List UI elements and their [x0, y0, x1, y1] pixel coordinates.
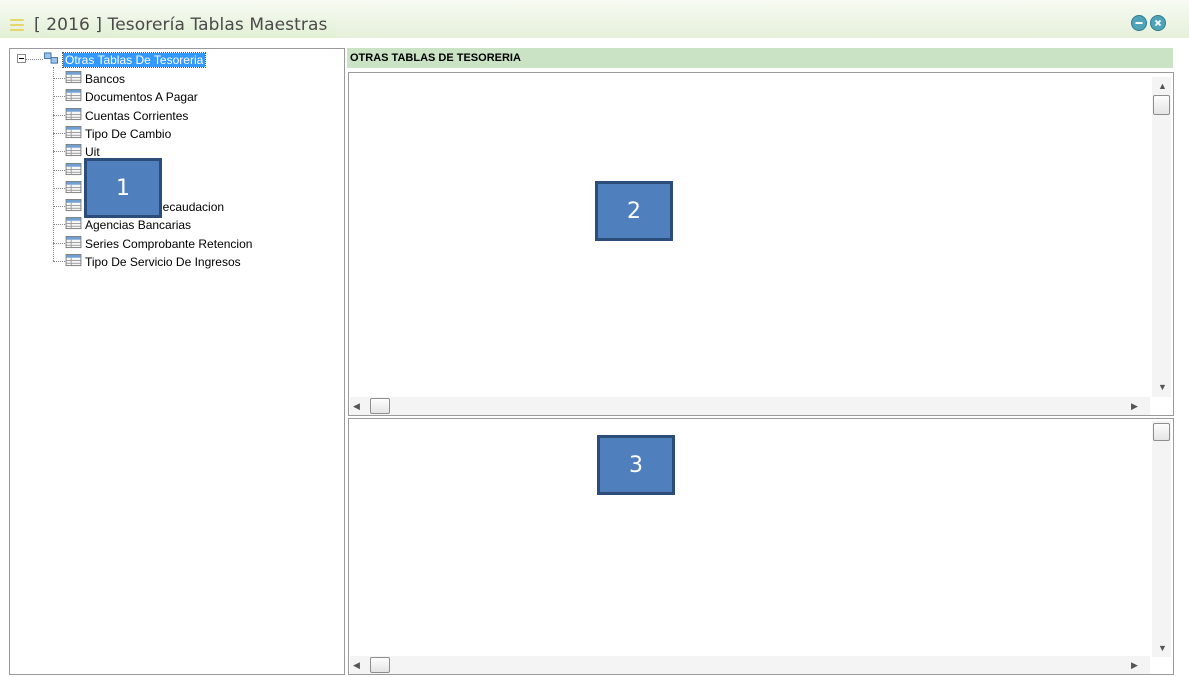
bottom-vertical-scrollbar[interactable]: ▼: [1152, 421, 1171, 657]
table-icon: [65, 180, 82, 193]
close-icon[interactable]: [1150, 15, 1166, 31]
scroll-thumb[interactable]: [370, 657, 390, 673]
table-icon: [65, 144, 82, 157]
tree-item-label: Recaudacion: [154, 200, 225, 215]
collapse-toggle[interactable]: [17, 54, 26, 63]
table-icon: [65, 89, 82, 102]
bottom-grid-pane[interactable]: ▼ ◀ ▶: [348, 418, 1174, 675]
tree-item-label: Bancos: [85, 72, 126, 86]
tree-panel: Otras Tablas De Tesoreria Bancos Document…: [9, 48, 345, 675]
top-horizontal-scrollbar[interactable]: ◀ ▶: [350, 397, 1150, 415]
table-icon: [65, 162, 82, 175]
window-title: [ 2016 ] Tesorería Tablas Maestras: [34, 15, 328, 35]
scroll-right-icon[interactable]: ▶: [1131, 660, 1138, 670]
tree-item-label: Agencias Bancarias: [85, 218, 192, 233]
scroll-left-icon[interactable]: ◀: [353, 660, 360, 670]
tree-item-label: Cuentas Corrientes: [85, 108, 189, 123]
scroll-thumb[interactable]: [370, 398, 390, 414]
top-grid-pane[interactable]: ▲ ▼ ◀ ▶: [348, 72, 1174, 416]
callout-3: 3: [597, 435, 675, 495]
callout-2: 2: [595, 181, 673, 241]
tree-root-label: Otras Tablas De Tesoreria: [61, 52, 207, 68]
menu-icon[interactable]: [10, 19, 24, 31]
table-icon: [65, 235, 82, 248]
scroll-down-icon[interactable]: ▼: [1158, 643, 1167, 653]
table-icon: [65, 217, 82, 230]
folder-tree-icon: [44, 52, 58, 64]
scroll-right-icon[interactable]: ▶: [1131, 401, 1138, 411]
callout-1: 1: [84, 158, 162, 218]
scroll-down-icon[interactable]: ▼: [1158, 382, 1167, 392]
bottom-horizontal-scrollbar[interactable]: ◀ ▶: [350, 656, 1150, 674]
scroll-thumb[interactable]: [1153, 423, 1170, 441]
table-icon: [65, 199, 82, 212]
table-icon: [65, 254, 82, 267]
tree-item-label: Tipo De Servicio De Ingresos: [85, 255, 241, 269]
section-title: OTRAS TABLAS DE TESORERIA: [350, 52, 521, 64]
scroll-left-icon[interactable]: ◀: [353, 401, 360, 411]
scroll-up-icon[interactable]: ▲: [1158, 81, 1167, 91]
tree-item-label: Tipo De Cambio: [85, 126, 172, 141]
table-icon: [65, 107, 82, 120]
minimize-icon[interactable]: [1131, 15, 1147, 31]
top-vertical-scrollbar[interactable]: ▲ ▼: [1152, 77, 1171, 397]
tree-item-label: Documentos A Pagar: [85, 90, 198, 105]
window-titlebar: [ 2016 ] Tesorería Tablas Maestras: [0, 0, 1189, 38]
tree-item-label: Series Comprobante Retencion: [85, 236, 253, 251]
section-header: OTRAS TABLAS DE TESORERIA: [347, 48, 1173, 68]
table-icon: [65, 125, 82, 138]
table-icon: [65, 71, 82, 84]
scroll-thumb[interactable]: [1153, 95, 1170, 115]
